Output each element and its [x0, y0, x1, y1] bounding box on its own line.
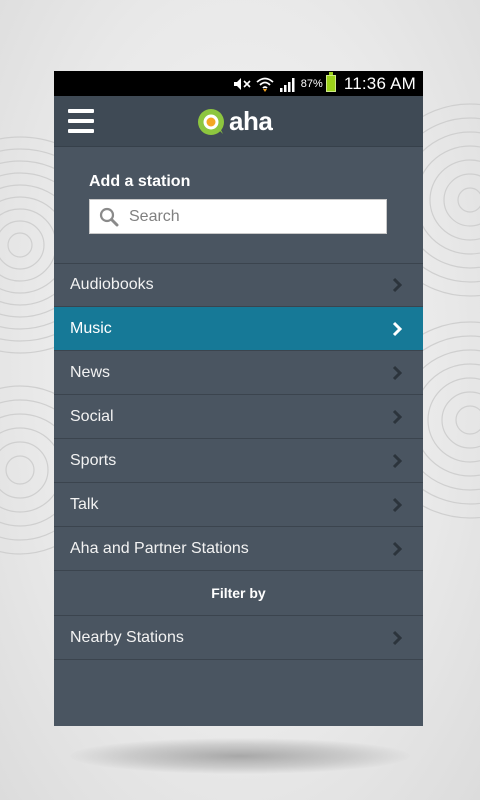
category-social[interactable]: Social: [54, 395, 423, 439]
app-header: aha: [54, 96, 423, 147]
add-station-title: Add a station: [89, 173, 191, 190]
search-input[interactable]: [127, 206, 361, 227]
status-bar: 87% 11:36 AM: [54, 71, 423, 96]
chevron-right-icon: [392, 277, 403, 293]
category-label: Talk: [70, 495, 99, 513]
filter-header: Filter by: [54, 571, 423, 616]
category-label: Social: [70, 407, 114, 425]
battery-percent: 87%: [300, 77, 323, 90]
category-talk[interactable]: Talk: [54, 483, 423, 527]
category-label: Audiobooks: [70, 276, 154, 293]
category-label: News: [70, 363, 111, 381]
filter-nearby-stations[interactable]: Nearby Stations: [54, 616, 423, 660]
mute-icon: [233, 77, 251, 91]
category-label: Aha and Partner Stations: [70, 539, 249, 557]
app-window: 87% 11:36 AM aha Add a station Search Au…: [54, 71, 423, 726]
category-music[interactable]: Music: [54, 307, 423, 351]
status-clock: 11:36 AM: [343, 73, 416, 93]
chevron-right-icon: [392, 497, 403, 512]
hamburger-menu-icon[interactable]: [68, 109, 94, 133]
chevron-right-icon: [392, 541, 403, 556]
chevron-right-icon: [392, 365, 403, 380]
category-audiobooks[interactable]: Audiobooks: [54, 263, 423, 307]
category-aha-partner-stations[interactable]: Aha and Partner Stations: [54, 527, 423, 571]
wifi-icon: [256, 76, 274, 92]
chevron-right-icon: [392, 409, 403, 424]
search-icon: [99, 207, 119, 226]
logo-text: aha: [229, 106, 273, 136]
device-shadow: [70, 738, 410, 774]
aha-logo-icon: [198, 108, 224, 135]
category-label: Sports: [70, 451, 117, 469]
add-station-section: Add a station: [54, 147, 423, 263]
category-list: Audiobooks Music News Social Sports Talk…: [54, 263, 423, 571]
battery-icon: [325, 72, 336, 92]
category-label: Music: [70, 319, 112, 337]
search-box[interactable]: [89, 199, 387, 234]
chevron-right-icon: [392, 453, 403, 468]
filter-label: Nearby Stations: [70, 628, 184, 646]
aha-logo: aha: [197, 106, 273, 137]
category-sports[interactable]: Sports: [54, 439, 423, 483]
chevron-right-icon: [392, 630, 403, 645]
category-news[interactable]: News: [54, 351, 423, 395]
signal-icon: [279, 76, 297, 92]
filter-list: Nearby Stations: [54, 616, 423, 660]
chevron-right-icon: [392, 321, 403, 336]
